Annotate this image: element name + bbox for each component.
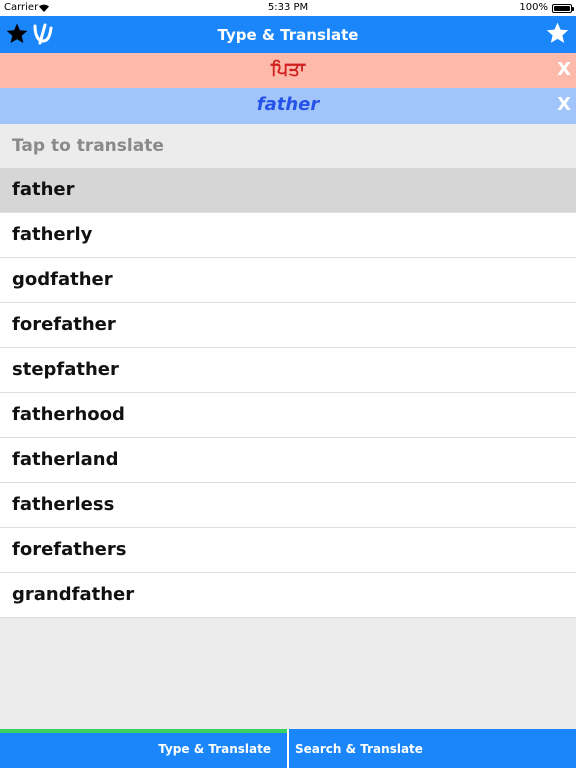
tab-search-and-translate[interactable]: Search & Translate: [289, 729, 576, 768]
translation-text: ਪਿਤਾ: [270, 59, 306, 80]
suggestion-list: father fatherly godfather forefather ste…: [0, 168, 576, 618]
suggestion-label: forefathers: [12, 539, 127, 560]
tap-to-translate-hint: Tap to translate: [12, 136, 164, 156]
suggestion-item[interactable]: godfather: [0, 258, 576, 303]
suggestion-item[interactable]: fatherhood: [0, 393, 576, 438]
suggestion-label: fatherland: [12, 449, 119, 470]
suggestion-label: fatherly: [12, 224, 93, 245]
hint-row: Tap to translate: [0, 124, 576, 168]
clear-input-button[interactable]: X: [557, 94, 571, 115]
battery-percent: 100%: [519, 2, 548, 13]
suggestion-item[interactable]: forefather: [0, 303, 576, 348]
suggestion-label: godfather: [12, 269, 113, 290]
suggestion-label: grandfather: [12, 584, 135, 605]
suggestion-label: fatherhood: [12, 404, 125, 425]
suggestion-item[interactable]: stepfather: [0, 348, 576, 393]
input-text-bar[interactable]: father X: [0, 88, 576, 124]
clear-translation-button[interactable]: X: [557, 59, 571, 80]
suggestion-item[interactable]: fatherly: [0, 213, 576, 258]
input-text: father: [256, 94, 320, 115]
tab-label: Type & Translate: [158, 742, 271, 756]
translation-result-bar[interactable]: ਪਿਤਾ X: [0, 53, 576, 89]
clock: 5:33 PM: [267, 2, 309, 13]
bottom-tab-bar: Type & Translate Search & Translate: [0, 729, 576, 768]
suggestion-item[interactable]: fatherland: [0, 438, 576, 483]
suggestion-item[interactable]: fatherless: [0, 483, 576, 528]
tab-label: Search & Translate: [295, 742, 423, 756]
suggestion-label: fatherless: [12, 494, 115, 515]
suggestion-item[interactable]: grandfather: [0, 573, 576, 618]
battery-icon: [552, 4, 574, 13]
suggestion-label: stepfather: [12, 359, 119, 380]
add-favorite-star-icon[interactable]: [545, 21, 570, 46]
status-bar: Carrier 5:33 PM 100%: [0, 0, 576, 16]
nav-bar: Type & Translate: [0, 16, 576, 53]
suggestion-item-selected[interactable]: father: [0, 168, 576, 213]
page-title: Type & Translate: [217, 26, 359, 44]
suggestion-item[interactable]: forefathers: [0, 528, 576, 573]
suggestion-label: forefather: [12, 314, 116, 335]
suggestion-label: father: [12, 179, 75, 200]
tab-type-and-translate[interactable]: Type & Translate: [0, 729, 287, 768]
